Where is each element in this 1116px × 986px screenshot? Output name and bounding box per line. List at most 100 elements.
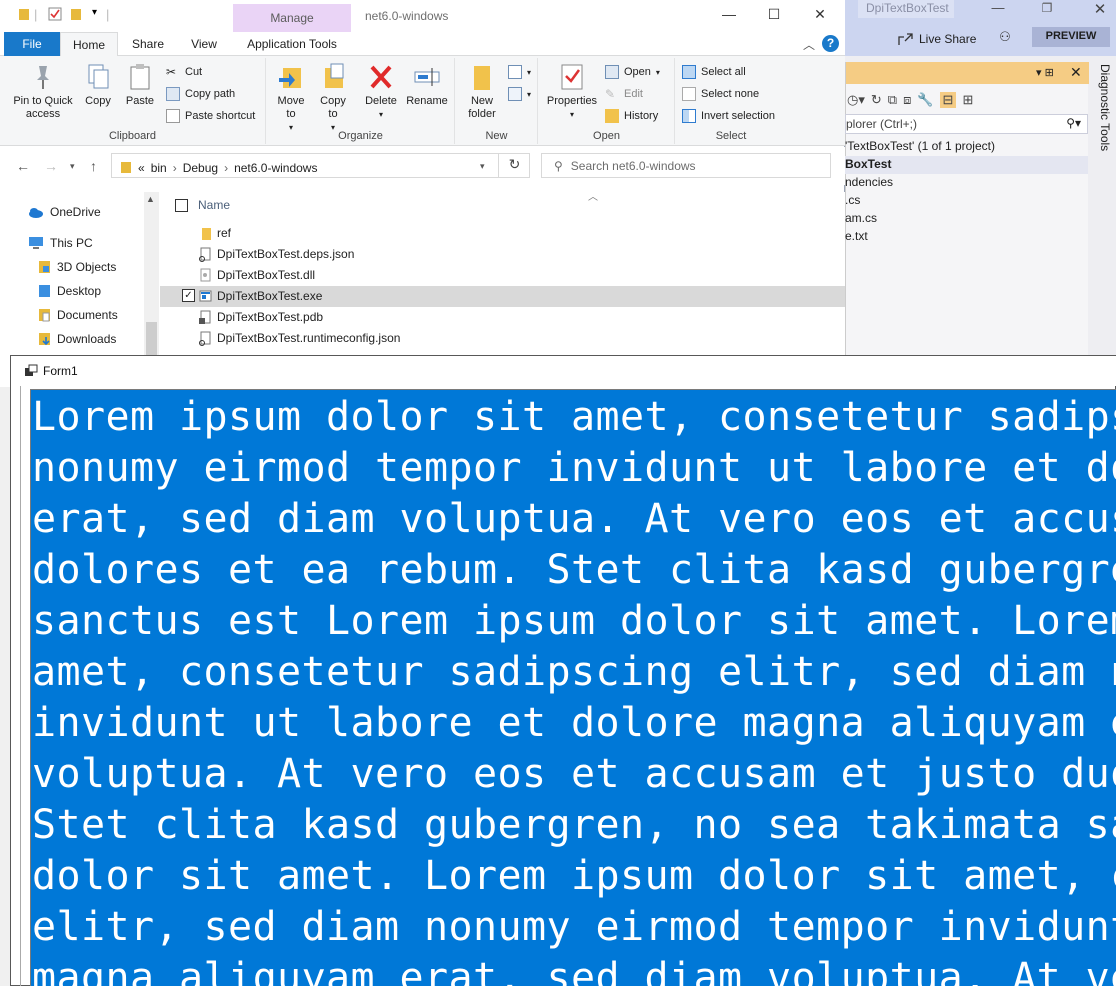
paste-shortcut-button[interactable]: Paste shortcut	[166, 107, 255, 125]
nav-item-onedrive[interactable]: OneDrive	[28, 201, 101, 223]
tree-item[interactable]: e.txt	[845, 228, 1088, 246]
move-to-button[interactable]: Move to ▾	[273, 62, 309, 134]
tab-view[interactable]: View	[178, 32, 230, 56]
properties-button[interactable]: Properties ▾	[545, 62, 599, 121]
copy-to-button[interactable]: Copy to ▾	[315, 62, 351, 134]
forward-arrow-icon[interactable]: →	[44, 158, 58, 174]
address-bar[interactable]: « bin › Debug › net6.0-windows	[111, 153, 530, 178]
live-share-button[interactable]: Live Share	[898, 30, 976, 48]
invert-selection-button[interactable]: Invert selection	[682, 107, 775, 125]
history-button[interactable]: History	[605, 107, 658, 125]
vs-solution-tab[interactable]: DpiTextBoxTest	[858, 0, 954, 18]
select-none-button[interactable]: Select none	[682, 85, 759, 103]
nav-label: Desktop	[57, 284, 102, 298]
solution-search-input[interactable]: plorer (Ctrl+;) ⚲▾	[845, 114, 1088, 134]
address-row: ← → ▾ ↑ « bin › Debug › net6.0-windows ▾…	[0, 147, 845, 185]
column-header-name[interactable]: Name	[198, 198, 230, 212]
collapse-icon[interactable]: ⧉	[888, 92, 897, 108]
paste-button[interactable]: Paste	[120, 62, 160, 108]
multiline-textbox[interactable]: Lorem ipsum dolor sit amet, consetetur s…	[30, 389, 1116, 986]
breadcrumb-bin[interactable]: bin	[151, 161, 167, 175]
file-row-selected[interactable]: ✓ DpiTextBoxTest.exe	[160, 286, 845, 307]
close-icon[interactable]: ✕	[810, 6, 830, 26]
nav-item-downloads[interactable]: Downloads	[38, 328, 116, 350]
file-row[interactable]: DpiTextBoxTest.dll	[160, 265, 845, 286]
collapse-ribbon-icon[interactable]: ︿	[803, 36, 815, 53]
nav-item-desktop[interactable]: Desktop	[38, 280, 101, 302]
delete-button[interactable]: Delete ▾	[363, 62, 399, 121]
preview-badge[interactable]: PREVIEW	[1032, 27, 1110, 47]
copy-button[interactable]: Copy	[78, 62, 118, 108]
tree-item[interactable]: 'TextBoxTest' (1 of 1 project)	[845, 138, 1088, 156]
background-edge	[0, 387, 10, 986]
address-dropdown-icon[interactable]: ▾	[480, 161, 485, 172]
refresh-icon[interactable]: ↻	[871, 92, 882, 108]
vs-close-icon[interactable]: ✕	[1090, 0, 1110, 18]
nav-item-documents[interactable]: Documents	[38, 304, 118, 326]
minimize-icon[interactable]: —	[719, 6, 739, 26]
back-arrow-icon[interactable]: ←	[16, 158, 30, 174]
history-icon[interactable]: ◷▾	[847, 92, 865, 108]
pin-to-quick-access-button[interactable]: Pin to Quick access	[6, 62, 80, 121]
refresh-icon[interactable]: ↻	[498, 153, 530, 178]
new-folder-small-icon[interactable]	[70, 7, 82, 24]
live-share-label: Live Share	[919, 32, 977, 46]
manage-tab[interactable]: Manage	[233, 4, 351, 32]
file-row[interactable]: DpiTextBoxTest.pdb	[160, 307, 845, 328]
copy-path-button[interactable]: Copy path	[166, 85, 235, 103]
form-app-icon[interactable]	[24, 364, 38, 378]
ribbon-tabs: File Home Share View Application Tools ︿…	[0, 32, 845, 57]
tree-item[interactable]: BoxTest	[845, 156, 1088, 174]
maximize-icon[interactable]: ☐	[764, 6, 784, 26]
customize-toolbar-icon[interactable]: ▾	[92, 7, 97, 18]
recent-locations-chevron-icon[interactable]: ▾	[70, 161, 75, 172]
easy-access-button[interactable]: ▾	[508, 85, 531, 103]
pin-icon[interactable]: ▾ ⊞	[1036, 66, 1054, 79]
file-row[interactable]: DpiTextBoxTest.deps.json	[160, 244, 845, 265]
breadcrumb-debug[interactable]: Debug	[183, 161, 218, 175]
properties-wrench-icon[interactable]: 🔧	[917, 92, 933, 108]
separator: |	[34, 7, 38, 22]
edit-icon: ✎	[605, 87, 616, 101]
file-name: DpiTextBoxTest.dll	[217, 268, 316, 282]
nav-item-this-pc[interactable]: This PC	[28, 232, 93, 254]
tab-file[interactable]: File	[4, 32, 60, 56]
text-line: dolores et ea rebum. Stet clita kasd gub…	[32, 547, 1116, 593]
preview-selected-icon[interactable]: ⊟	[939, 92, 957, 108]
help-icon[interactable]: ?	[822, 35, 839, 52]
nav-item-3d-objects[interactable]: 3D Objects	[38, 256, 116, 278]
json-file-icon	[199, 331, 211, 346]
tree-item[interactable]: am.cs	[845, 210, 1088, 228]
new-folder-button[interactable]: New folder	[462, 62, 502, 121]
vs-minimize-icon[interactable]: —	[988, 0, 1008, 16]
diagnostic-tools-tab[interactable]: Diagnostic Tools	[1094, 64, 1112, 154]
file-row[interactable]: ref	[160, 223, 845, 244]
tab-home[interactable]: Home	[60, 32, 118, 57]
show-all-icon[interactable]: ⧈	[903, 92, 911, 108]
file-row[interactable]: DpiTextBoxTest.runtimeconfig.json	[160, 328, 845, 349]
edit-button[interactable]: ✎ Edit	[605, 85, 643, 103]
scroll-up-icon[interactable]: ▲	[146, 194, 155, 204]
computer-icon	[29, 237, 43, 249]
panel-close-icon[interactable]: ✕	[1070, 64, 1082, 81]
tree-item[interactable]: ndencies	[845, 174, 1088, 192]
address-overflow[interactable]: «	[138, 161, 145, 175]
row-checkbox-checked[interactable]: ✓	[182, 289, 195, 302]
tree-item[interactable]: .cs	[845, 192, 1088, 210]
feedback-person-icon[interactable]: ⚇	[996, 29, 1014, 47]
pin-label: Pin to Quick access	[13, 95, 73, 120]
select-all-button[interactable]: Select all	[682, 63, 746, 81]
view-tree-icon[interactable]: ⊞	[962, 92, 973, 108]
new-item-button[interactable]: ▾	[508, 63, 531, 81]
properties-check-icon[interactable]	[48, 7, 62, 24]
select-all-checkbox[interactable]	[175, 199, 188, 212]
cut-button[interactable]: ✂ Cut	[166, 63, 202, 81]
open-button[interactable]: Open ▾	[605, 63, 660, 81]
breadcrumb-net6[interactable]: net6.0-windows	[234, 161, 317, 175]
vs-restore-icon[interactable]: ❐	[1040, 1, 1054, 15]
rename-button[interactable]: Rename	[405, 62, 449, 108]
tab-application-tools[interactable]: Application Tools	[233, 32, 351, 56]
up-arrow-icon[interactable]: ↑	[90, 158, 97, 174]
tab-share[interactable]: Share	[121, 32, 175, 56]
search-input[interactable]: ⚲ Search net6.0-windows	[541, 153, 831, 178]
